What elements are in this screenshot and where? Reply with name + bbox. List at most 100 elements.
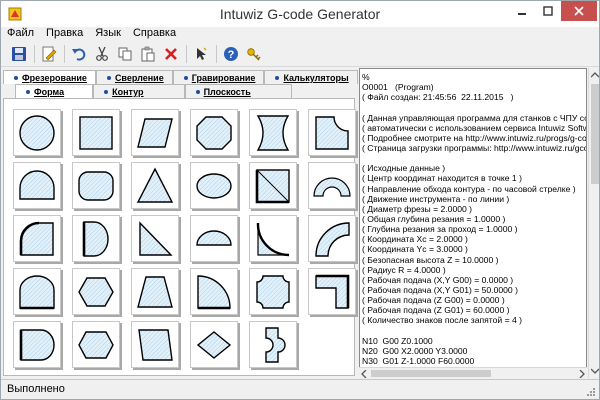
gcode-text: % O0001 (Program)( Файл создан: 21:45:56 … xyxy=(362,72,587,366)
scroll-thumb[interactable] xyxy=(591,84,599,184)
shape-hexagon-button[interactable] xyxy=(72,268,120,315)
subcategory-tabs: Форма Контур Плоскость xyxy=(15,84,292,98)
shape-wide-hexagon-button[interactable] xyxy=(72,321,120,368)
tab-calculators[interactable]: Калькуляторы xyxy=(264,70,358,84)
l-shape-icon xyxy=(315,274,350,309)
half-round-rectangle-shape-icon xyxy=(19,169,55,200)
shape-quarter-ring-button[interactable] xyxy=(308,215,356,262)
close-button[interactable] xyxy=(561,1,597,21)
cut-button[interactable] xyxy=(92,44,112,64)
svg-text:?: ? xyxy=(228,49,235,61)
shape-arch-rectangle-button[interactable] xyxy=(13,268,61,315)
bullet-icon xyxy=(104,90,109,94)
vertical-scrollbar[interactable] xyxy=(588,68,599,378)
shape-diamond-button[interactable] xyxy=(190,321,238,368)
tab-label: Калькуляторы xyxy=(283,73,349,83)
concave-rectangle-shape-icon xyxy=(256,114,290,151)
hscroll-thumb[interactable] xyxy=(371,370,491,377)
scroll-left-button[interactable] xyxy=(359,368,369,379)
menu-file[interactable]: Файл xyxy=(1,27,40,41)
shape-quarter-round-square-button[interactable] xyxy=(13,215,61,262)
gcode-editor[interactable]: % O0001 (Program)( Файл создан: 21:45:56 … xyxy=(359,68,587,378)
shape-parallelogram-button[interactable] xyxy=(131,109,179,156)
shape-triangle-button[interactable] xyxy=(131,162,179,209)
quarter-circle-shape-icon xyxy=(197,274,231,309)
square-shape-icon xyxy=(79,115,113,150)
rounded-corner-square-shape-icon xyxy=(315,115,349,150)
scroll-up-button[interactable] xyxy=(589,68,599,82)
shape-notched-rectangle-button[interactable] xyxy=(249,268,297,315)
paste-button[interactable] xyxy=(138,44,158,64)
tab-label: Сверление xyxy=(114,73,164,83)
tab-plane[interactable]: Плоскость xyxy=(184,84,292,98)
shape-half-ellipse-button[interactable] xyxy=(190,215,238,262)
menu-bar: Файл Правка Язык Справка xyxy=(1,27,599,41)
rounded-rectangle-shape-icon xyxy=(78,170,114,201)
tab-contour[interactable]: Контур xyxy=(93,84,185,98)
trapezoid-shape-icon xyxy=(137,275,173,308)
tab-drilling[interactable]: Сверление xyxy=(95,70,173,84)
category-tabs: Фрезерование Сверление Гравирование Каль… xyxy=(3,70,358,84)
shape-ellipse-button[interactable] xyxy=(190,162,238,209)
octagon-shape-icon xyxy=(196,115,232,150)
delete-button[interactable] xyxy=(161,44,181,64)
status-text: Выполнено xyxy=(7,383,65,395)
toolbar: ? xyxy=(1,41,599,67)
scroll-down-button[interactable] xyxy=(589,364,599,378)
horizontal-scrollbar[interactable] xyxy=(359,367,587,378)
shape-l-shape-button[interactable] xyxy=(308,268,356,315)
shape-quarter-circle-button[interactable] xyxy=(190,268,238,315)
edit-icon xyxy=(42,46,57,61)
shape-octagon-button[interactable] xyxy=(190,109,238,156)
save-button[interactable] xyxy=(9,44,29,64)
pointer-button[interactable] xyxy=(191,44,211,64)
shape-bracket-button[interactable] xyxy=(249,321,297,368)
maximize-button[interactable] xyxy=(535,1,561,21)
key-button[interactable] xyxy=(244,44,264,64)
tab-shape[interactable]: Форма xyxy=(15,84,94,98)
shape-square-button[interactable] xyxy=(72,109,120,156)
shape-half-round-square-button[interactable] xyxy=(13,321,61,368)
code-line: ( Глубина резания за проход = 1.0000 ) xyxy=(362,224,518,235)
bullet-icon xyxy=(14,76,18,80)
scroll-right-button[interactable] xyxy=(577,368,587,379)
menu-help[interactable]: Справка xyxy=(127,27,182,41)
code-line: % xyxy=(362,72,370,82)
code-line: ( Количество знаков после запятой = 4 ) xyxy=(362,315,523,326)
shape-area xyxy=(3,98,356,376)
code-line: ( Страница загрузки программы: http://ww… xyxy=(362,142,587,153)
circle-shape-icon xyxy=(19,114,55,151)
tab-label: Фрезерование xyxy=(22,73,87,83)
shape-right-triangle-button[interactable] xyxy=(131,215,179,262)
right-triangle-shape-icon xyxy=(139,220,173,256)
shape-rounded-rectangle-button[interactable] xyxy=(72,162,120,209)
code-line: ( Диаметр фрезы = 2.0000 ) xyxy=(362,203,473,214)
tab-engraving[interactable]: Гравирование xyxy=(172,70,265,84)
code-line: ( Подробнее смотрите на http://www.intuw… xyxy=(362,132,587,143)
code-line: ( Рабочая подача (X,Y G01) = 50.0000 ) xyxy=(362,284,518,295)
shape-concave-rectangle-button[interactable] xyxy=(249,109,297,156)
close-icon xyxy=(574,6,584,16)
shape-rounded-corner-square-button[interactable] xyxy=(308,109,356,156)
shape-square-diagonal-button[interactable] xyxy=(249,162,297,209)
copy-button[interactable] xyxy=(115,44,135,64)
undo-button[interactable] xyxy=(69,44,89,64)
help-button[interactable]: ? xyxy=(221,44,241,64)
shape-half-round-rectangle-button[interactable] xyxy=(13,162,61,209)
toolbar-separator xyxy=(186,44,187,63)
shape-d-shape-button[interactable] xyxy=(72,215,120,262)
shape-half-ring-button[interactable] xyxy=(308,162,356,209)
minimize-button[interactable] xyxy=(509,1,535,21)
menu-language[interactable]: Язык xyxy=(89,27,127,41)
concave-quarter-shape-icon xyxy=(256,222,290,256)
shape-circle-button[interactable] xyxy=(13,109,61,156)
resize-grip-icon[interactable] xyxy=(586,387,596,397)
bullet-icon xyxy=(183,76,188,80)
menu-edit[interactable]: Правка xyxy=(40,27,89,41)
edit-button[interactable] xyxy=(39,44,59,64)
shape-slanted-trapezoid-button[interactable] xyxy=(131,321,179,368)
shape-concave-quarter-button[interactable] xyxy=(249,215,297,262)
tab-milling[interactable]: Фрезерование xyxy=(3,70,96,84)
shape-trapezoid-button[interactable] xyxy=(131,268,179,315)
